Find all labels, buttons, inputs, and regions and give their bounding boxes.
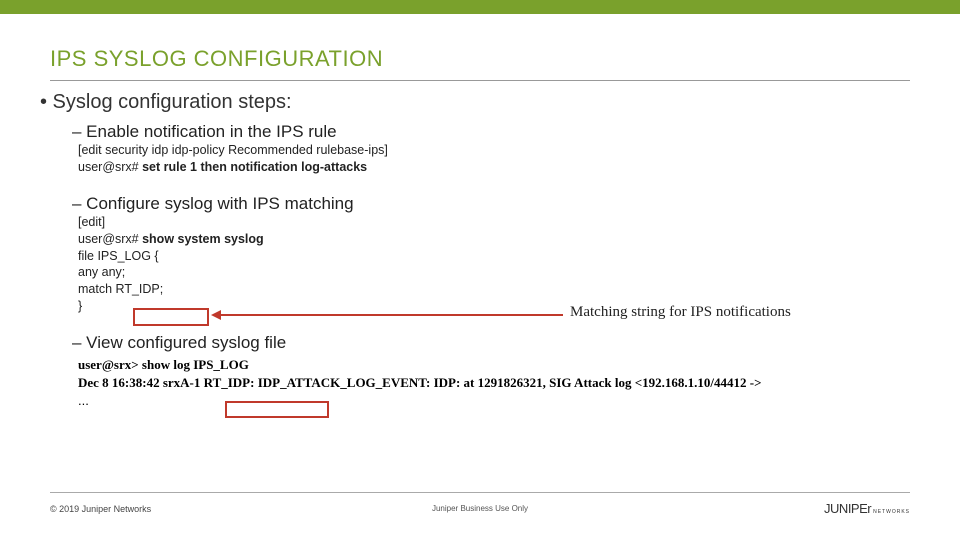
annotation-text: Matching string for IPS notifications: [570, 304, 791, 321]
code-context-1: [edit security idp idp-policy Recommende…: [78, 143, 388, 157]
log-ellipsis: ...: [78, 393, 910, 408]
slide-footer: © 2019 Juniper Networks Juniper Business…: [50, 492, 910, 516]
slide-content: IPS SYSLOG CONFIGURATION • Syslog config…: [0, 46, 960, 408]
sub-bullet-1: – Enable notification in the IPS rule: [72, 122, 910, 142]
sub-bullet-3: – View configured syslog file: [72, 333, 910, 353]
code-2-l4: any any;: [78, 264, 910, 281]
code-block-1: [edit security idp idp-policy Recommende…: [78, 142, 910, 176]
code-2-l5: match RT_IDP;: [78, 281, 910, 298]
code-2-l3: file IPS_LOG {: [78, 248, 910, 265]
footer-classification: Juniper Business Use Only: [432, 504, 528, 513]
code-2-cmd: show system syslog: [142, 232, 264, 246]
logo-text: JUNIPEr: [824, 501, 871, 516]
slide-title: IPS SYSLOG CONFIGURATION: [50, 46, 910, 72]
code-cmd-1: set rule 1 then notification log-attacks: [142, 160, 367, 174]
footer-divider: [50, 492, 910, 493]
top-accent-bar: [0, 0, 960, 14]
log-output-line: Dec 8 16:38:42 srxA-1 RT_IDP: IDP_ATTACK…: [78, 375, 910, 391]
code-prompt-1: user@srx#: [78, 160, 142, 174]
main-bullet: • Syslog configuration steps:: [40, 91, 910, 114]
code-2-l1: [edit]: [78, 214, 910, 231]
logo-subtext: NETWORKS: [873, 509, 910, 515]
annotation-arrow: [213, 314, 563, 316]
title-divider: [50, 80, 910, 81]
code-block-2: [edit] user@srx# show system syslog file…: [78, 214, 910, 315]
juniper-logo: JUNIPEr NETWORKS: [824, 501, 910, 516]
footer-copyright: © 2019 Juniper Networks: [50, 504, 151, 514]
sub-bullet-2: – Configure syslog with IPS matching: [72, 194, 910, 214]
log-command: user@srx> show log IPS_LOG: [78, 357, 910, 373]
code-2-prompt: user@srx#: [78, 232, 142, 246]
